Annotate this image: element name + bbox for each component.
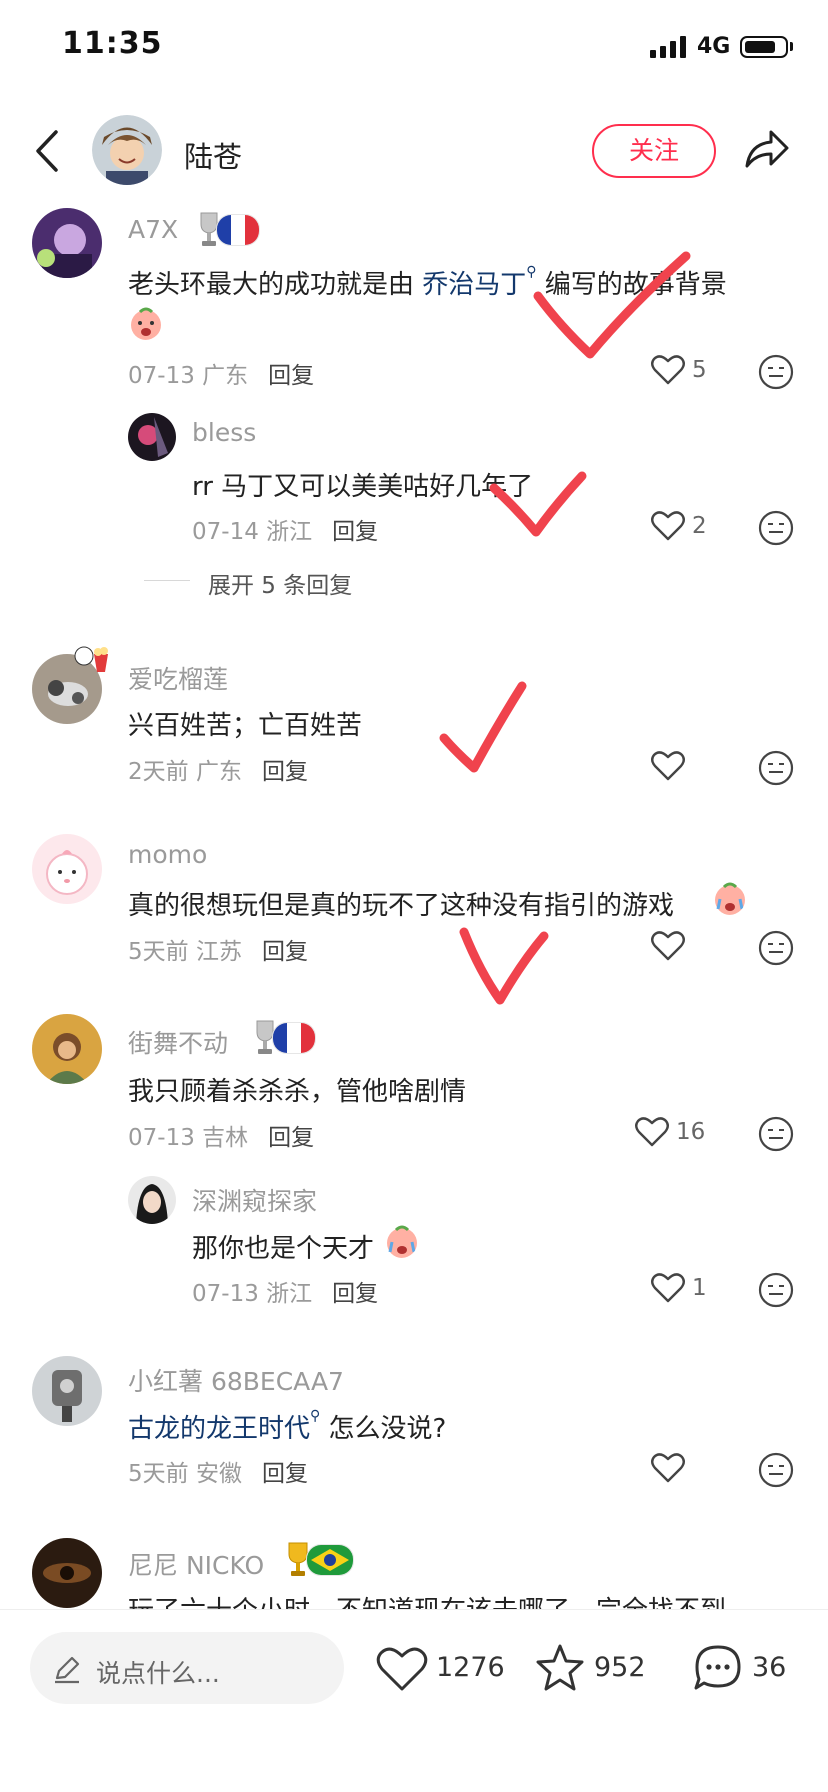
- expand-divider: [144, 580, 190, 581]
- reply-button[interactable]: 回复: [332, 519, 378, 545]
- comment-meta: 07-13 浙江 回复: [192, 1281, 379, 1307]
- comment-meta: 5天前 江苏 回复: [128, 939, 308, 965]
- share-icon[interactable]: [744, 128, 790, 170]
- like-count: 5: [692, 357, 707, 383]
- reply-button[interactable]: 回复: [262, 939, 308, 965]
- react-emoji-icon[interactable]: [758, 510, 794, 546]
- comment-text: 老头环最大的成功就是由 乔治马丁⚲ 编写的故事背景: [128, 264, 727, 300]
- reply-button[interactable]: 回复: [262, 1461, 308, 1487]
- search-icon: ⚲: [526, 264, 537, 280]
- comment-text: 真的很想玩但是真的玩不了这种没有指引的游戏: [128, 891, 675, 921]
- like-button[interactable]: 1: [650, 1272, 707, 1304]
- bottom-divider: [0, 1609, 828, 1610]
- heart-icon: [651, 931, 685, 961]
- crying-emoji-icon: [715, 882, 745, 915]
- comment-text: 兴百姓苦；亡百姓苦: [128, 711, 363, 741]
- heart-icon: [651, 1273, 685, 1303]
- popcorn-badge-icon: [74, 646, 108, 672]
- search-link[interactable]: 乔治马丁: [422, 270, 526, 300]
- avatar[interactable]: [32, 834, 102, 904]
- comment-total: 36: [752, 1652, 787, 1683]
- avatar[interactable]: [32, 208, 102, 278]
- pencil-icon: [55, 1656, 80, 1684]
- crying-emoji-icon: [131, 307, 161, 340]
- heart-icon: [651, 511, 685, 541]
- search-icon: ⚲: [310, 1408, 321, 1424]
- comment-meta: 07-13 广东 回复: [128, 363, 315, 389]
- reply-button[interactable]: 回复: [332, 1281, 378, 1307]
- comment-text-clip: 玩了六十个小时，不知道现在该去哪了，完全找不到: [128, 1590, 828, 1609]
- comment-username[interactable]: 爱吃榴莲: [128, 660, 228, 696]
- crying-emoji-icon: [387, 1225, 417, 1258]
- react-emoji-icon[interactable]: [758, 1116, 794, 1152]
- search-link[interactable]: 古龙的龙王时代: [128, 1414, 310, 1444]
- avatar[interactable]: [128, 1176, 176, 1224]
- heart-icon: [651, 751, 685, 781]
- france-flag-icon: [272, 1022, 316, 1054]
- heart-icon: [651, 1453, 685, 1483]
- comment-username[interactable]: bless: [192, 418, 256, 447]
- comment-text: 玩了六十个小时，不知道现在该去哪了，完全找不到: [128, 1590, 726, 1609]
- comment-input-placeholder[interactable]: 说点什么...: [96, 1654, 220, 1690]
- france-flag-icon: [216, 214, 260, 246]
- comment-username[interactable]: momo: [128, 840, 207, 869]
- react-emoji-icon[interactable]: [758, 354, 794, 390]
- comment-username[interactable]: 街舞不动: [128, 1024, 228, 1060]
- network-type: 4G: [697, 34, 731, 59]
- like-button[interactable]: 5: [650, 354, 707, 386]
- avatar[interactable]: [128, 413, 176, 461]
- brazil-flag-icon: [306, 1544, 354, 1576]
- like-button[interactable]: 16: [634, 1116, 705, 1148]
- battery-icon: [740, 36, 788, 58]
- like-icon[interactable]: [376, 1646, 428, 1692]
- status-time: 11:35: [62, 26, 163, 61]
- comment-text: 古龙的龙王时代⚲ 怎么没说?: [128, 1408, 447, 1444]
- red-check-mark: [439, 681, 527, 773]
- comment-text: 我只顾着杀杀杀，管他啥剧情: [128, 1077, 467, 1107]
- comment-text: 那你也是个天才: [192, 1234, 375, 1264]
- comment-username[interactable]: 深渊窥探家: [192, 1182, 317, 1218]
- star-icon[interactable]: [534, 1642, 586, 1694]
- comment-meta: 2天前 广东 回复: [128, 759, 308, 785]
- comment-meta: 07-14 浙江 回复: [192, 519, 379, 545]
- like-button[interactable]: [650, 930, 686, 962]
- like-count: 1: [692, 1275, 707, 1301]
- comment-username[interactable]: A7X: [128, 215, 178, 244]
- expand-replies-button[interactable]: 展开 5 条回复: [208, 566, 352, 600]
- heart-icon: [635, 1117, 669, 1147]
- reply-button[interactable]: 回复: [262, 759, 308, 785]
- comment-username[interactable]: 小红薯 68BECAA7: [128, 1362, 344, 1398]
- comment-meta: 07-13 吉林 回复: [128, 1125, 315, 1151]
- like-button[interactable]: [650, 1452, 686, 1484]
- heart-icon: [651, 355, 685, 385]
- like-total: 1276: [436, 1652, 505, 1683]
- battery-tip: [790, 42, 793, 51]
- red-check-mark: [459, 927, 549, 1005]
- signal-icon: [650, 36, 686, 58]
- header-avatar[interactable]: [92, 115, 162, 185]
- comment-username[interactable]: 尼尼 NICKO: [128, 1546, 264, 1582]
- like-button[interactable]: [650, 750, 686, 782]
- header-username[interactable]: 陆苍: [184, 134, 242, 176]
- react-emoji-icon[interactable]: [758, 1272, 794, 1308]
- reply-button[interactable]: 回复: [268, 1125, 314, 1151]
- comment-meta: 5天前 安徽 回复: [128, 1461, 308, 1487]
- react-emoji-icon[interactable]: [758, 1452, 794, 1488]
- reply-button[interactable]: 回复: [268, 363, 314, 389]
- react-emoji-icon[interactable]: [758, 750, 794, 786]
- back-icon[interactable]: [32, 128, 62, 174]
- like-button[interactable]: 2: [650, 510, 707, 542]
- avatar[interactable]: [32, 1014, 102, 1084]
- star-total: 952: [594, 1652, 646, 1683]
- avatar[interactable]: [32, 1538, 102, 1608]
- like-count: 2: [692, 513, 707, 539]
- follow-button[interactable]: 关注: [592, 124, 716, 178]
- comment-icon[interactable]: [692, 1642, 744, 1694]
- like-count: 16: [676, 1119, 706, 1145]
- react-emoji-icon[interactable]: [758, 930, 794, 966]
- comment-text: rr 马丁又可以美美咕好几年了: [192, 472, 534, 502]
- avatar[interactable]: [32, 1356, 102, 1426]
